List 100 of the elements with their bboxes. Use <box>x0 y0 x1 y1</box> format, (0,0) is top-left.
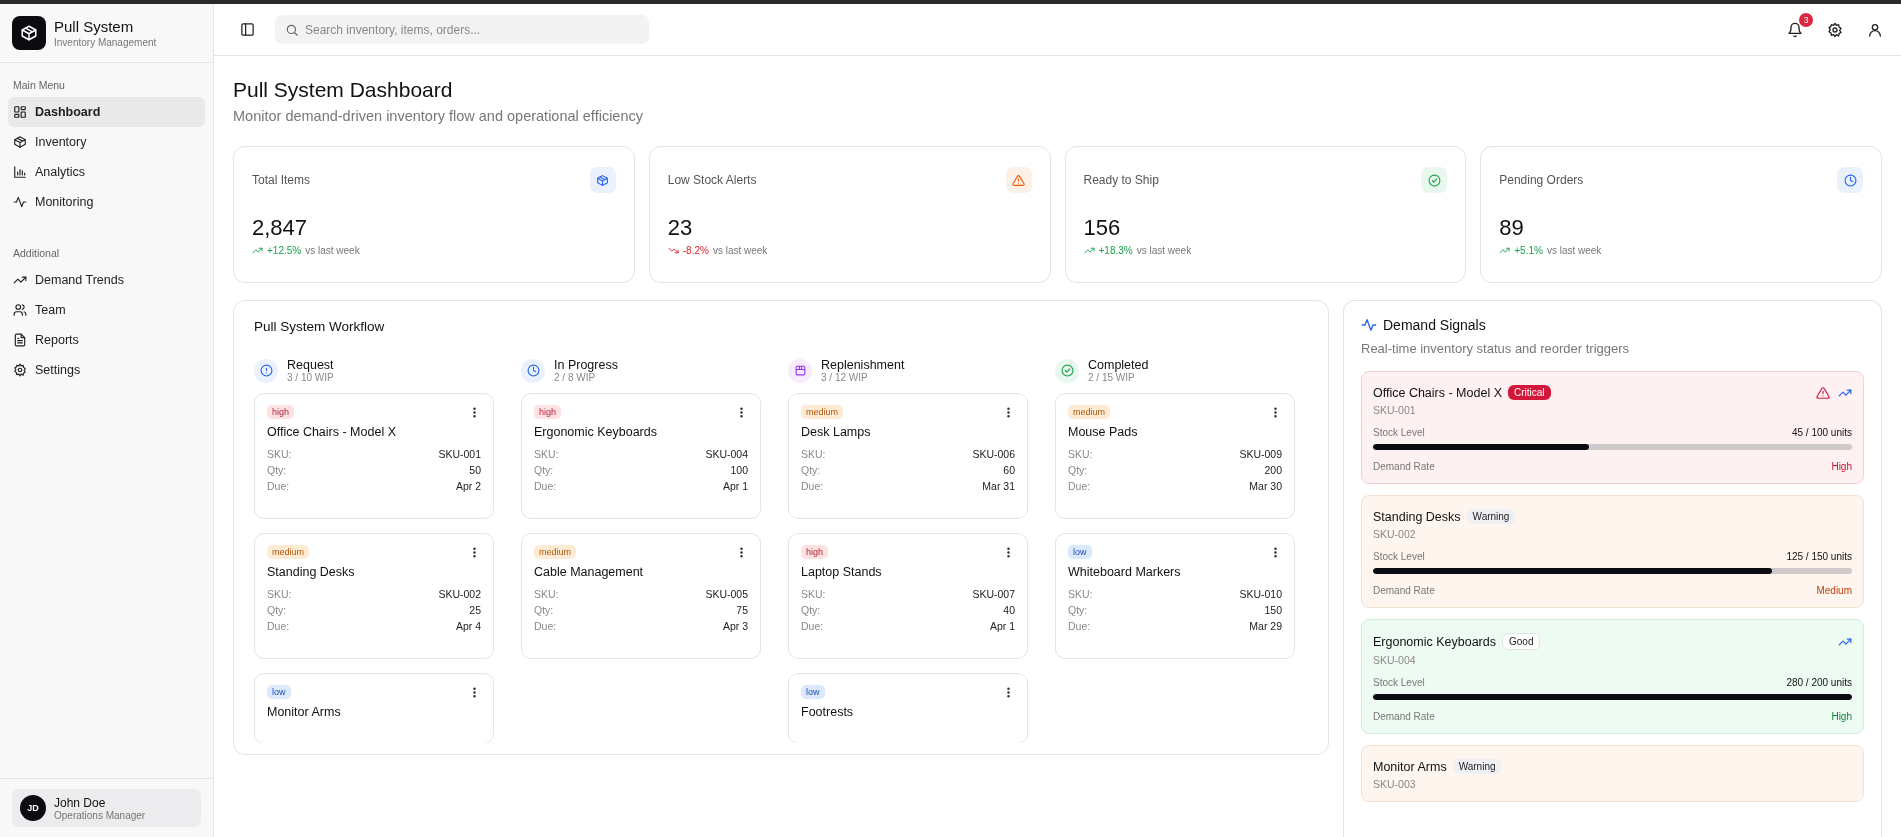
trend-up-icon <box>1083 245 1095 256</box>
field-label: Qty: <box>1068 463 1088 478</box>
field-value: Apr 2 <box>455 479 481 494</box>
item-name: Ergonomic Keyboards <box>1373 634 1496 649</box>
field-value: SKU-002 <box>438 587 481 602</box>
field-label: Stock Level <box>1373 427 1425 438</box>
section-heading: Additional <box>12 246 61 261</box>
field-label: Due: <box>534 479 557 494</box>
column-title: Request <box>287 358 334 372</box>
priority-tag: low <box>267 685 291 699</box>
item-name: Office Chairs - Model X <box>1373 385 1502 400</box>
field-value: SKU-004 <box>705 447 748 462</box>
field-label: Qty: <box>801 603 821 618</box>
item-name: Whiteboard Markers <box>1068 565 1182 579</box>
field-label: Demand Rate <box>1373 585 1435 596</box>
priority-tag: low <box>801 685 825 699</box>
field-label: SKU: <box>267 587 292 602</box>
demand-rate: Medium <box>1816 585 1852 596</box>
bell-icon[interactable] <box>1787 21 1803 38</box>
task-card[interactable]: high Laptop Stands SKU: SKU-007 Qty: 40 Due: Apr 1 <box>788 533 1028 659</box>
field-value: SKU-005 <box>705 587 748 602</box>
field-value: 60 <box>1003 463 1015 478</box>
stat-label: Low Stock Alerts <box>667 173 757 187</box>
sku-text: SKU-002 <box>1373 528 1417 540</box>
sku-text: SKU-004 <box>1373 654 1417 666</box>
nav-item[interactable]: Demand Trends <box>8 265 205 295</box>
field-label: Stock Level <box>1373 677 1425 688</box>
column-title: In Progress <box>554 358 618 372</box>
wip-count: 2 / 8 WIP <box>554 372 597 383</box>
stock-count: 125 / 150 units <box>1786 551 1852 562</box>
field-label: Demand Rate <box>1373 461 1435 472</box>
nav-item[interactable]: Dashboard <box>8 97 205 127</box>
warning-icon <box>1012 173 1025 187</box>
task-card[interactable]: medium Standing Desks SKU: SKU-002 Qty: 25 Due: Apr 4 <box>254 533 494 659</box>
task-card[interactable]: medium Mouse Pads SKU: SKU-009 Qty: 200 Due: Mar 30 <box>1055 393 1295 519</box>
priority-tag: medium <box>1068 405 1110 419</box>
nav-item[interactable]: Analytics <box>8 157 205 187</box>
field-value: 75 <box>736 603 748 618</box>
check-circle-icon <box>1060 364 1074 377</box>
nav-item[interactable]: Team <box>8 295 205 325</box>
field-value: 50 <box>469 463 481 478</box>
package-icon <box>793 364 807 377</box>
field-label: Qty: <box>1068 603 1088 618</box>
field-value: SKU-007 <box>972 587 1015 602</box>
task-card[interactable]: low Whiteboard Markers SKU: SKU-010 Qty: 150 Due: Mar 29 <box>1055 533 1295 659</box>
item-name: Laptop Stands <box>801 565 883 579</box>
section-heading: Main Menu <box>12 78 66 93</box>
trend-down-icon <box>667 245 679 256</box>
page-title: Pull System Dashboard <box>233 78 454 102</box>
item-name: Cable Management <box>534 565 645 579</box>
field-label: Qty: <box>267 603 287 618</box>
user-avatar: JD <box>20 795 46 821</box>
sku-text: SKU-001 <box>1373 404 1417 416</box>
item-name: Standing Desks <box>1373 509 1461 524</box>
field-label: SKU: <box>1068 587 1093 602</box>
status-tag: Good <box>1502 633 1541 650</box>
search-field[interactable]: Search inventory, items, orders... <box>275 15 649 44</box>
field-label: SKU: <box>1068 447 1093 462</box>
task-card[interactable]: high Office Chairs - Model X SKU: SKU-001 Qty: 50 Due: Apr 2 <box>254 393 494 519</box>
item-name: Office Chairs - Model X <box>267 425 397 439</box>
column-title: Replenishment <box>821 358 905 372</box>
nav-item[interactable]: Monitoring <box>8 187 205 217</box>
settings-icon <box>13 363 27 377</box>
field-label: Due: <box>267 479 290 494</box>
field-label: Due: <box>801 619 824 634</box>
field-value: SKU-010 <box>1239 587 1282 602</box>
stat-label: Ready to Ship <box>1083 173 1159 187</box>
field-value: Apr 1 <box>722 479 748 494</box>
cube-icon <box>20 24 38 42</box>
change-note: vs last week <box>305 245 360 256</box>
search-icon <box>285 22 299 37</box>
user-name: John Doe <box>54 795 107 810</box>
task-card[interactable]: medium Cable Management SKU: SKU-005 Qty: 75 Due: Apr 3 <box>521 533 761 659</box>
status-tag: Warning <box>1466 509 1516 524</box>
field-value: 150 <box>1264 603 1282 618</box>
wip-count: 2 / 15 WIP <box>1088 372 1136 383</box>
field-label: Qty: <box>267 463 287 478</box>
field-label: Due: <box>267 619 290 634</box>
nav-item[interactable]: Settings <box>8 355 205 385</box>
field-value: 40 <box>1003 603 1015 618</box>
app-title: Pull System <box>54 18 135 35</box>
task-card[interactable]: medium Desk Lamps SKU: SKU-006 Qty: 60 Due: Mar 31 <box>788 393 1028 519</box>
sidebar-toggle-icon[interactable] <box>240 22 255 37</box>
item-name: Desk Lamps <box>801 425 872 439</box>
field-label: Due: <box>534 619 557 634</box>
field-label: Due: <box>1068 619 1091 634</box>
task-card[interactable]: high Ergonomic Keyboards SKU: SKU-004 Qty: 100 Due: Apr 1 <box>521 393 761 519</box>
change-note: vs last week <box>1546 245 1602 256</box>
stat-label: Pending Orders <box>1499 173 1584 187</box>
settings-icon[interactable] <box>1827 21 1843 38</box>
stat-value: 89 <box>1499 215 1525 241</box>
field-value: 200 <box>1264 463 1282 478</box>
user-icon[interactable] <box>1867 21 1883 38</box>
notification-count: 3 <box>1799 12 1813 27</box>
priority-tag: medium <box>801 405 843 419</box>
field-label: Qty: <box>801 463 821 478</box>
nav-item[interactable]: Inventory <box>8 127 205 157</box>
column-title: Completed <box>1088 358 1149 372</box>
nav-item[interactable]: Reports <box>8 325 205 355</box>
user-profile-card[interactable]: JD John Doe Operations Manager <box>12 789 201 827</box>
